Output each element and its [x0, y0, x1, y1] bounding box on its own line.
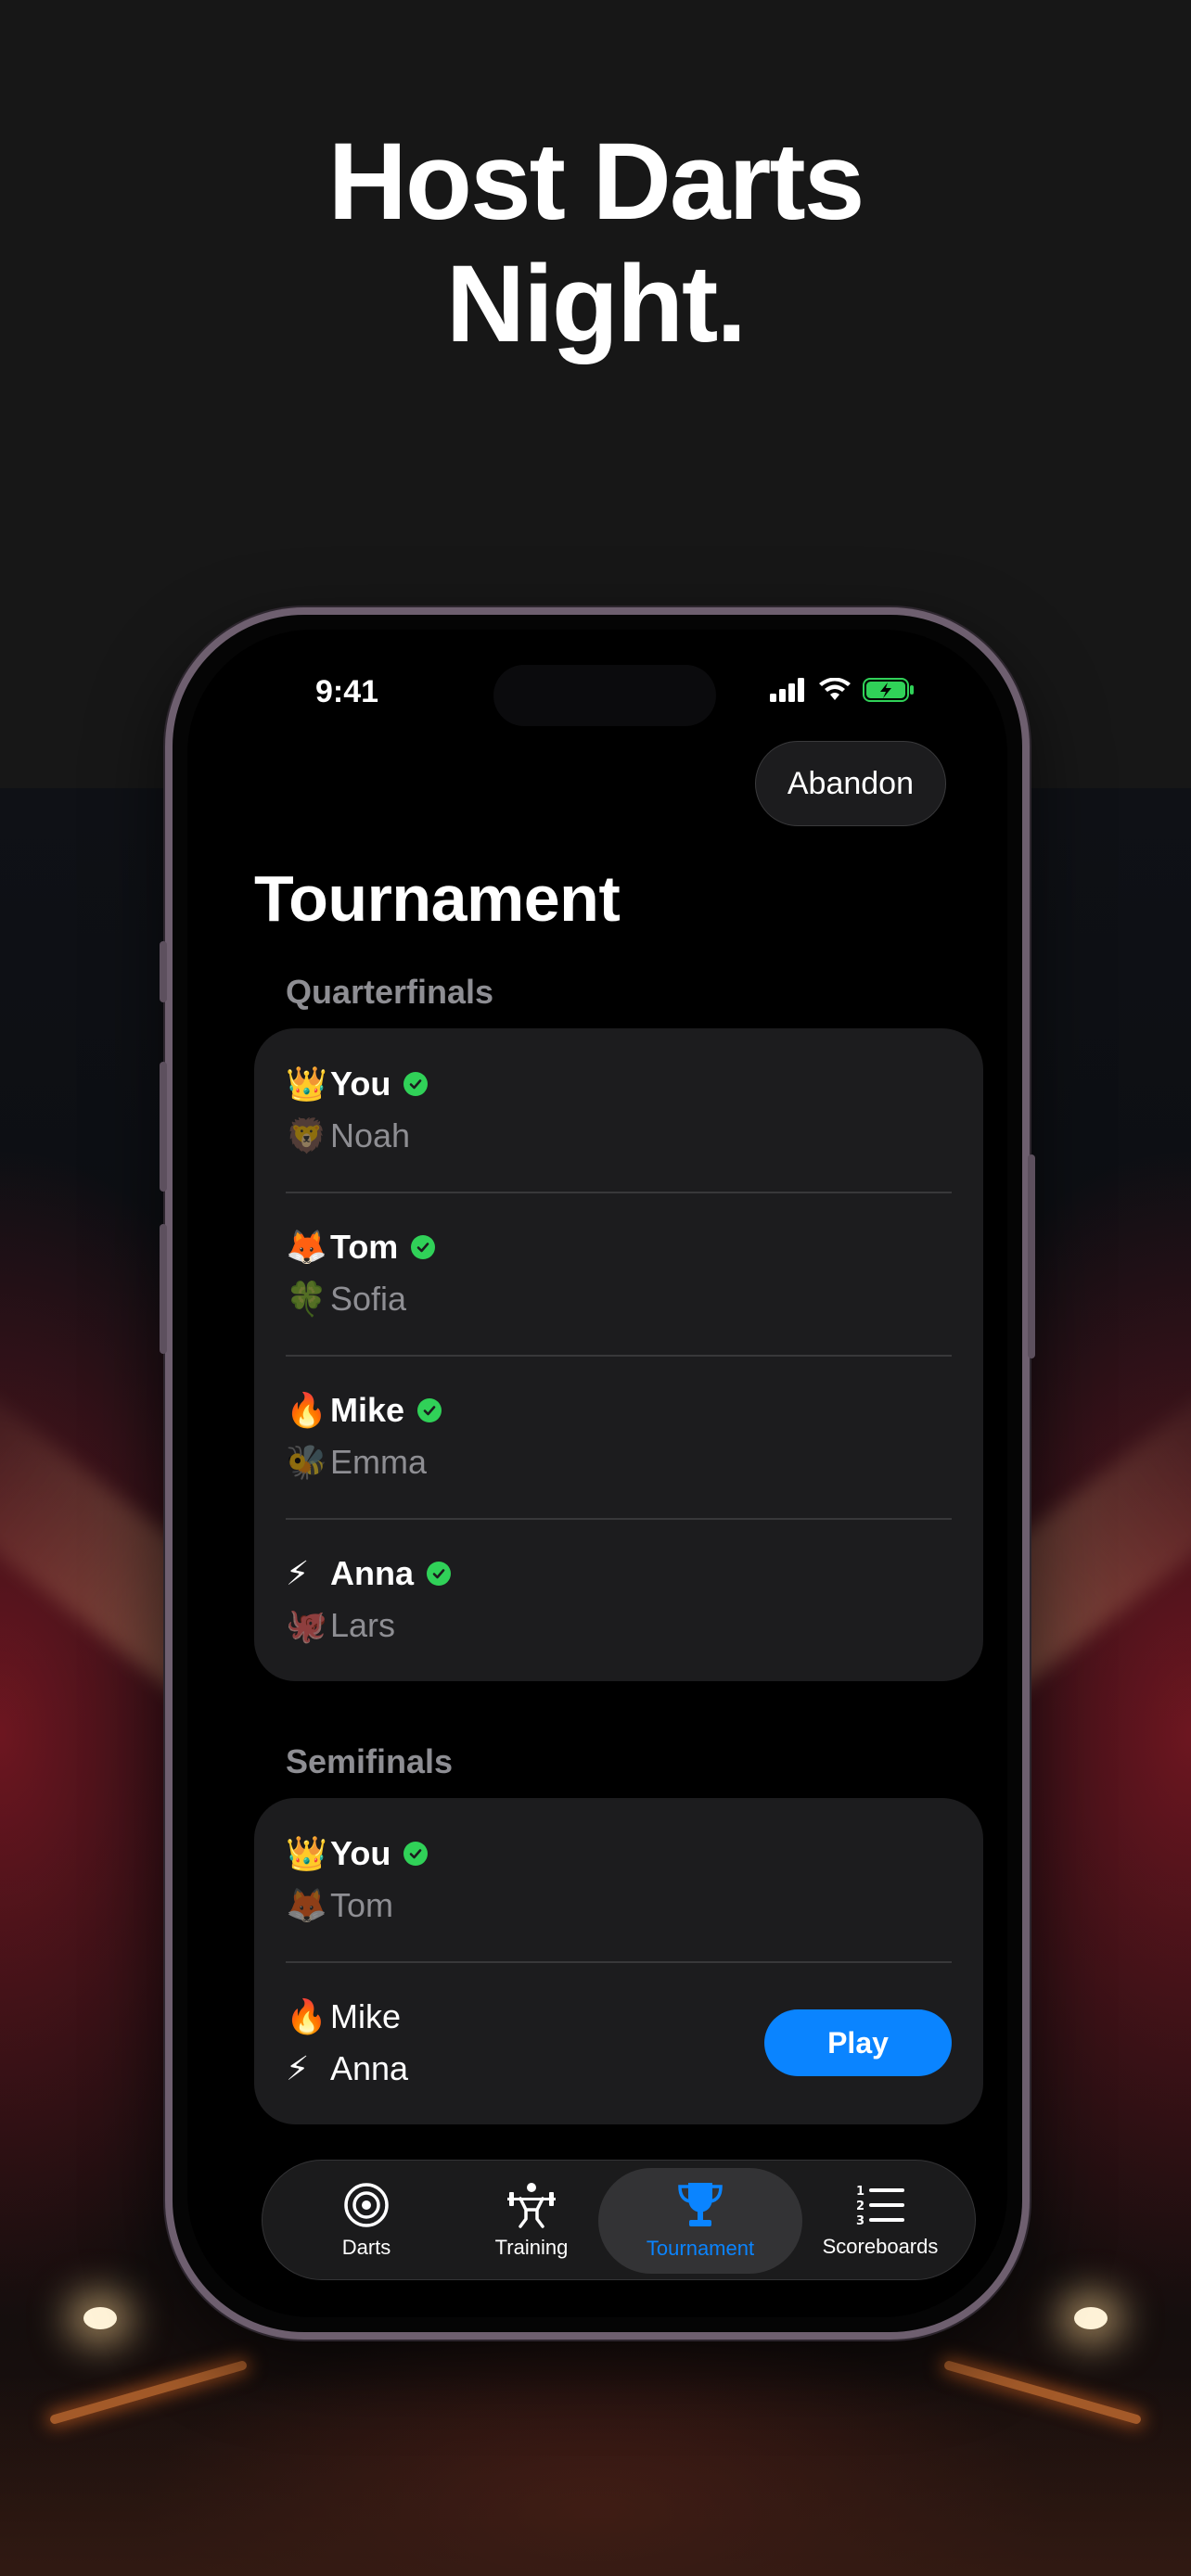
player-name: Emma: [330, 1443, 428, 1481]
phone-bezel: 9:41 Abandon Tournament Quarterfinals 👑 …: [173, 615, 1022, 2332]
tab-label: Training: [494, 2236, 569, 2259]
player-name: Tom: [330, 1228, 399, 1266]
semifinal-match[interactable]: 👑 You 🦊 Tom: [254, 1798, 983, 1961]
player-avatar: ⚡: [286, 2049, 310, 2087]
player-name: Sofia: [330, 1280, 407, 1318]
svg-text:1: 1: [856, 2185, 864, 2199]
player-name: Mike: [330, 1391, 405, 1429]
player-name: Anna: [330, 2049, 409, 2087]
quarterfinals-card: 👑 You 🦁 Noah 🦊 Tom 🍀 Sofia 🔥 Mike 🐝 Emma…: [254, 1028, 983, 1681]
play-button[interactable]: Play: [764, 2009, 952, 2076]
player-name: You: [330, 1834, 391, 1872]
tab-training[interactable]: Training: [439, 2168, 624, 2274]
player-name: Tom: [330, 1886, 394, 1924]
quarterfinals-label: Quarterfinals: [286, 973, 494, 1011]
dynamic-island: [493, 665, 716, 726]
match-winner: ⚡ Anna: [286, 1548, 952, 1600]
tab-label: Scoreboards: [822, 2235, 939, 2258]
quarterfinal-match[interactable]: 👑 You 🦁 Noah: [254, 1028, 983, 1192]
phone-frame: 9:41 Abandon Tournament Quarterfinals 👑 …: [160, 607, 1035, 2340]
match-winner: 👑 You: [286, 1828, 952, 1880]
svg-text:3: 3: [856, 2214, 864, 2227]
screen-title: Tournament: [254, 862, 621, 935]
tab-bar: Darts Training Tournament 1 2 3 Scoreboa…: [262, 2160, 976, 2280]
player-avatar: 🦊: [286, 1886, 327, 1924]
status-time: 9:41: [315, 674, 379, 709]
match-loser: 🍀 Sofia: [286, 1273, 952, 1325]
semifinals-card: 👑 You 🦊 Tom 🔥 Mike ⚡ Anna Play: [254, 1798, 983, 2124]
player-name: Mike: [330, 1997, 402, 2035]
svg-text:2: 2: [856, 2200, 864, 2213]
semifinal-match-pending: 🔥 Mike ⚡ Anna Play: [254, 1961, 983, 2124]
match-loser: 🐙 Lars: [286, 1600, 952, 1651]
quarterfinal-match[interactable]: 🦊 Tom 🍀 Sofia: [254, 1192, 983, 1355]
match-winner: 🔥 Mike: [286, 1384, 952, 1436]
status-icons: [770, 678, 915, 702]
cellular-signal-icon: [770, 678, 804, 702]
headline-line-1: Host Darts: [327, 121, 865, 243]
match-winner: 🦊 Tom: [286, 1221, 952, 1273]
weightlifter-icon: [507, 2183, 556, 2228]
match-loser: 🦊 Tom: [286, 1880, 952, 1932]
phone-screen: 9:41 Abandon Tournament Quarterfinals 👑 …: [187, 630, 1007, 2317]
checkmark-icon: [403, 1072, 429, 1096]
wifi-icon: [819, 678, 851, 700]
target-icon: [344, 2183, 389, 2227]
tab-label: Darts: [341, 2236, 391, 2259]
tab-darts[interactable]: Darts: [274, 2168, 459, 2274]
trophy-icon: [678, 2183, 723, 2226]
player-name: Lars: [330, 1606, 396, 1644]
volume-up-button: [160, 1062, 167, 1192]
player-avatar: 🦊: [286, 1228, 327, 1266]
action-button: [160, 941, 167, 1002]
match-loser: 🦁 Noah: [286, 1110, 952, 1162]
stage-floor: [0, 2374, 1191, 2576]
player-avatar: 🔥: [286, 1997, 327, 2035]
quarterfinal-match[interactable]: 🔥 Mike 🐝 Emma: [254, 1355, 983, 1518]
checkmark-icon: [411, 1235, 436, 1259]
power-button: [1028, 1154, 1035, 1358]
tab-scoreboards[interactable]: 1 2 3 Scoreboards: [788, 2168, 973, 2274]
player-avatar: 🔥: [286, 1391, 327, 1429]
player-avatar: 👑: [286, 1065, 327, 1103]
match-loser: 🐝 Emma: [286, 1436, 952, 1488]
player-name: Noah: [330, 1116, 411, 1154]
player-name: Anna: [330, 1554, 414, 1592]
checkmark-icon: [403, 1842, 429, 1866]
battery-charging-icon: [863, 678, 914, 702]
quarterfinal-match[interactable]: ⚡ Anna 🐙 Lars: [254, 1518, 983, 1681]
tab-label: Tournament: [646, 2237, 755, 2260]
numbered-list-icon: 1 2 3: [856, 2185, 904, 2227]
player-avatar: 🐙: [286, 1606, 327, 1644]
headline-line-2: Night.: [445, 243, 747, 365]
player-avatar: 🦁: [286, 1116, 327, 1154]
checkmark-icon: [427, 1562, 451, 1586]
player-avatar: 👑: [286, 1834, 327, 1872]
player-avatar: 🐝: [286, 1443, 327, 1481]
volume-down-button: [160, 1224, 167, 1354]
right-spotlight: [1074, 2307, 1108, 2329]
match-winner: 👑 You: [286, 1058, 952, 1110]
tab-tournament[interactable]: Tournament: [598, 2168, 802, 2274]
poster-headline: Host Darts Night.: [0, 121, 1191, 365]
player-name: You: [330, 1065, 391, 1103]
semifinals-label: Semifinals: [286, 1742, 454, 1780]
checkmark-icon: [417, 1398, 442, 1422]
status-bar: 9:41: [187, 665, 1007, 726]
left-spotlight: [83, 2307, 117, 2329]
abandon-button[interactable]: Abandon: [754, 741, 946, 826]
player-avatar: ⚡: [286, 1554, 310, 1592]
player-avatar: 🍀: [286, 1280, 327, 1318]
